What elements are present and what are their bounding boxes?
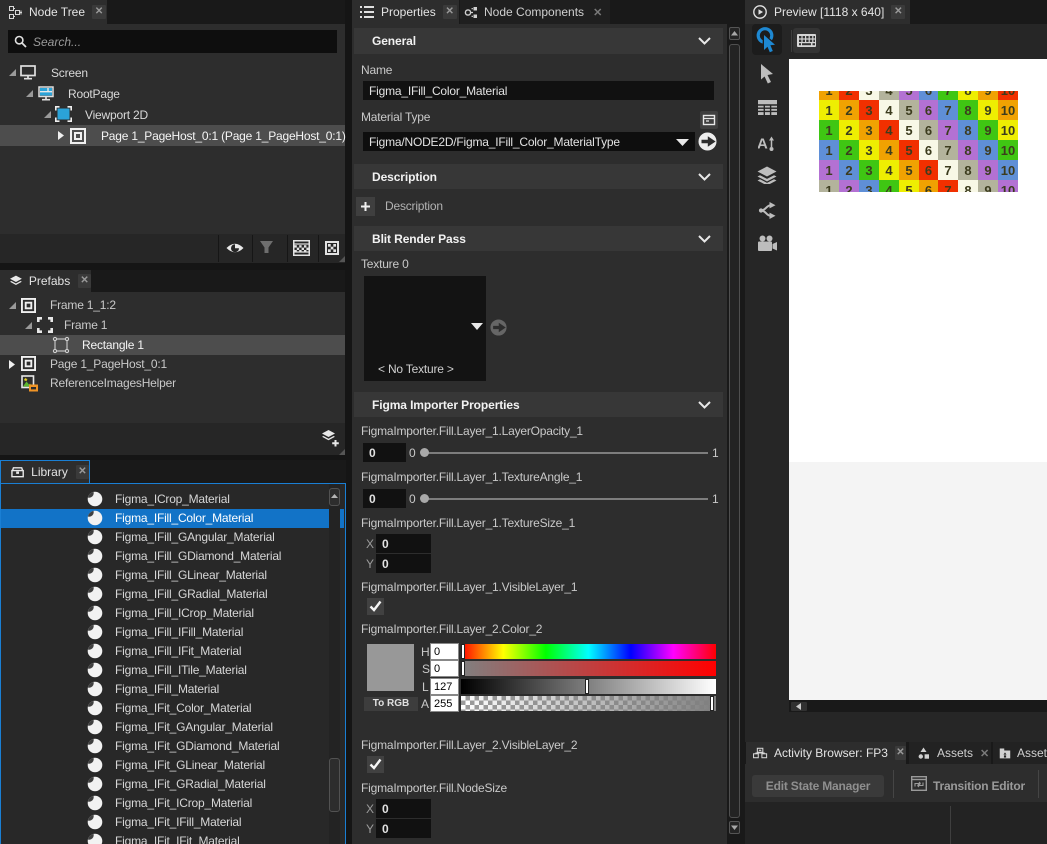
- svg-text:A: A: [758, 136, 768, 153]
